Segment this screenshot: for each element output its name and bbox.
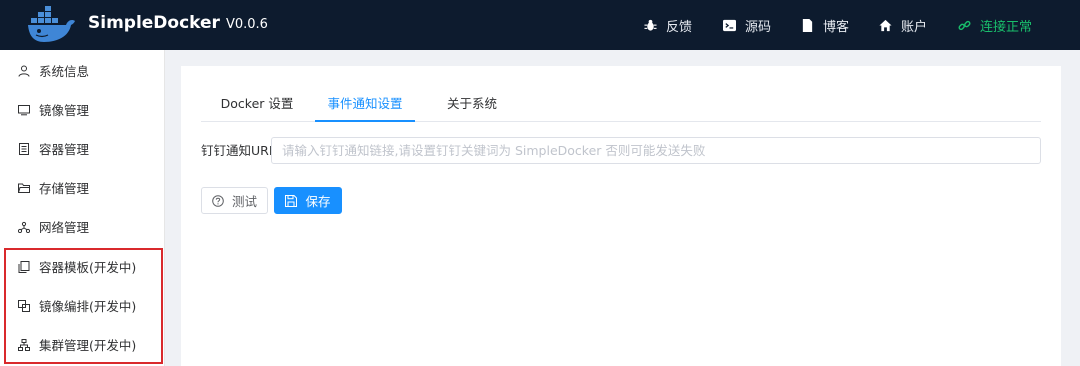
save-button-label: 保存 [305, 194, 331, 209]
sidebar-item-label: 网络管理 [39, 220, 90, 235]
folder-icon [18, 183, 30, 193]
sidebar-item-system-info[interactable]: 系统信息 [0, 51, 165, 90]
sidebar-item-label: 容器管理 [39, 142, 90, 157]
dingtalk-url-input[interactable] [271, 137, 1041, 164]
app-version: V0.0.6 [225, 17, 268, 32]
sidebar: 系统信息 镜像管理 容器管理 存储管理 网络管理 容器模板(开发中) 镜像编排(… [0, 50, 165, 366]
save-button[interactable]: 保存 [274, 187, 342, 214]
docker-whale-logo-icon[interactable] [26, 6, 78, 44]
sidebar-item-containers[interactable]: 容器管理 [0, 129, 165, 168]
brand: SimpleDocker V0.0.6 [88, 13, 268, 33]
sidebar-item-storage[interactable]: 存储管理 [0, 168, 165, 207]
nav-blog[interactable]: 博客 [801, 16, 849, 35]
settings-card: Docker 设置 事件通知设置 关于系统 钉钉通知URL: 测试 保存 [181, 66, 1061, 366]
home-icon [879, 19, 892, 32]
dingtalk-url-label: 钉钉通知URL: [201, 143, 281, 158]
tab-docker-settings[interactable]: Docker 设置 [201, 88, 313, 122]
nav-feedback[interactable]: 反馈 [644, 16, 692, 35]
nav-account-label: 账户 [901, 20, 928, 35]
monitor-icon [18, 104, 30, 115]
user-icon [18, 65, 30, 77]
network-icon [18, 221, 30, 233]
nav-blog-label: 博客 [823, 20, 850, 35]
test-button[interactable]: 测试 [201, 187, 268, 214]
sidebar-item-label: 系统信息 [39, 64, 90, 79]
nav-feedback-label: 反馈 [666, 20, 693, 35]
bug-icon [644, 19, 657, 31]
connection-status-label: 连接正常 [980, 20, 1033, 35]
in-development-highlight-box [4, 248, 163, 364]
brand-name: SimpleDocker [88, 13, 220, 33]
terminal-icon [723, 19, 736, 32]
test-button-label: 测试 [231, 194, 257, 209]
sidebar-item-network[interactable]: 网络管理 [0, 207, 165, 246]
tab-about-system[interactable]: 关于系统 [431, 88, 513, 122]
tab-event-notification[interactable]: 事件通知设置 [315, 88, 415, 122]
sidebar-item-label: 存储管理 [39, 181, 90, 196]
document-icon [802, 19, 813, 32]
settings-tabs: Docker 设置 事件通知设置 关于系统 [201, 88, 1041, 122]
link-icon [958, 20, 971, 31]
sidebar-item-images[interactable]: 镜像管理 [0, 90, 165, 129]
top-header: SimpleDocker V0.0.6 反馈 源码 博客 账户 连接正常 [0, 0, 1080, 50]
nav-source-label: 源码 [745, 20, 772, 35]
question-circle-icon [212, 194, 224, 207]
nav-source[interactable]: 源码 [723, 16, 771, 35]
connection-status[interactable]: 连接正常 [958, 16, 1032, 35]
nav-account[interactable]: 账户 [879, 16, 927, 35]
container-icon [19, 142, 29, 155]
save-icon [285, 194, 298, 207]
sidebar-item-label: 镜像管理 [39, 103, 90, 118]
